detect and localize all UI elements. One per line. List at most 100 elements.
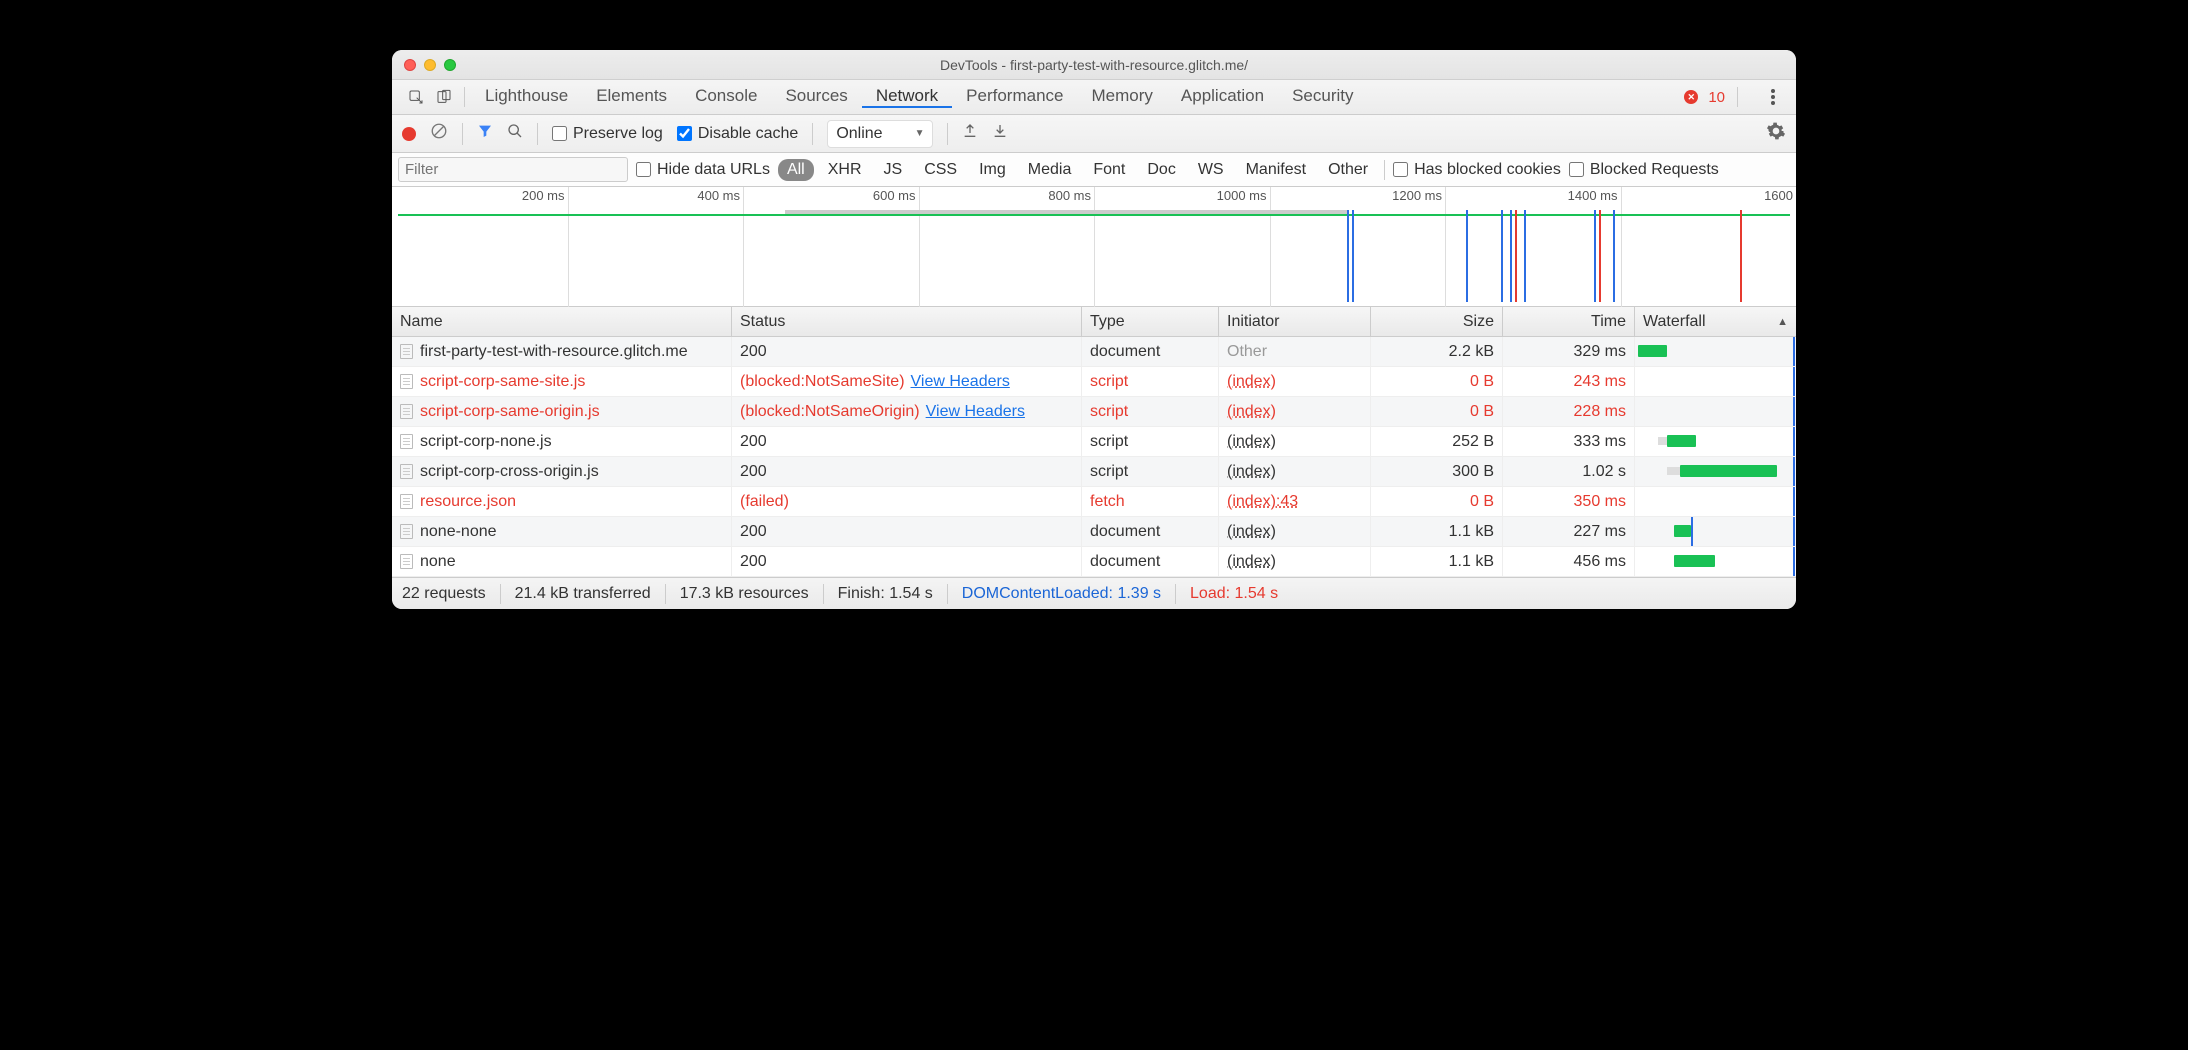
device-toggle-icon[interactable] <box>430 89 458 105</box>
filter-type-font[interactable]: Font <box>1085 159 1133 181</box>
tab-memory[interactable]: Memory <box>1078 86 1167 106</box>
timeline-tick: 200 ms <box>568 187 569 307</box>
cell-size: 0 B <box>1371 397 1503 426</box>
filter-input[interactable] <box>398 157 628 182</box>
cell-waterfall <box>1635 487 1796 516</box>
column-name[interactable]: Name <box>392 307 732 336</box>
cell-type: document <box>1082 517 1219 546</box>
main-tabs: LighthouseElementsConsoleSourcesNetworkP… <box>392 80 1796 115</box>
tab-application[interactable]: Application <box>1167 86 1278 106</box>
initiator-link[interactable]: (index) <box>1227 463 1276 481</box>
cell-time: 227 ms <box>1503 517 1635 546</box>
disable-cache-checkbox[interactable]: Disable cache <box>677 125 799 143</box>
tab-performance[interactable]: Performance <box>952 86 1077 106</box>
file-icon <box>400 554 413 569</box>
request-row[interactable]: first-party-test-with-resource.glitch.me… <box>392 337 1796 367</box>
upload-har-icon[interactable] <box>962 123 978 144</box>
cell-initiator: (index) <box>1219 457 1371 486</box>
cell-initiator: (index) <box>1219 517 1371 546</box>
tab-sources[interactable]: Sources <box>771 86 861 106</box>
search-icon[interactable] <box>507 123 523 144</box>
tab-elements[interactable]: Elements <box>582 86 681 106</box>
request-row[interactable]: resource.json(failed)fetch(index):430 B3… <box>392 487 1796 517</box>
settings-icon[interactable] <box>1766 121 1786 146</box>
clear-button[interactable] <box>430 122 448 145</box>
column-waterfall[interactable]: Waterfall▲ <box>1635 307 1796 336</box>
cell-name: script-corp-cross-origin.js <box>392 457 732 486</box>
initiator-link[interactable]: (index):43 <box>1227 493 1298 511</box>
filter-type-img[interactable]: Img <box>971 159 1014 181</box>
tab-security[interactable]: Security <box>1278 86 1367 106</box>
cell-status: 200 <box>732 547 1082 576</box>
column-initiator[interactable]: Initiator <box>1219 307 1371 336</box>
throttling-select[interactable]: Online ▼ <box>827 120 933 148</box>
column-status[interactable]: Status <box>732 307 1082 336</box>
cell-waterfall <box>1635 547 1796 576</box>
cell-type: script <box>1082 367 1219 396</box>
initiator-link[interactable]: (index) <box>1227 373 1276 391</box>
cell-status: 200 <box>732 457 1082 486</box>
request-row[interactable]: script-corp-same-site.js(blocked:NotSame… <box>392 367 1796 397</box>
cell-time: 456 ms <box>1503 547 1635 576</box>
status-load: Load: 1.54 s <box>1190 585 1278 603</box>
timeline-overview[interactable]: 200 ms400 ms600 ms800 ms1000 ms1200 ms14… <box>392 187 1796 307</box>
filter-type-css[interactable]: CSS <box>916 159 965 181</box>
filter-type-js[interactable]: JS <box>876 159 911 181</box>
view-headers-link[interactable]: View Headers <box>926 403 1025 421</box>
column-time[interactable]: Time <box>1503 307 1635 336</box>
cell-size: 0 B <box>1371 367 1503 396</box>
column-type[interactable]: Type <box>1082 307 1219 336</box>
file-icon <box>400 524 413 539</box>
cell-initiator: (index) <box>1219 397 1371 426</box>
preserve-log-checkbox[interactable]: Preserve log <box>552 125 663 143</box>
file-icon <box>400 374 413 389</box>
hide-data-urls-checkbox[interactable]: Hide data URLs <box>636 161 770 179</box>
more-menu-icon[interactable] <box>1764 89 1782 105</box>
request-row[interactable]: script-corp-cross-origin.js200script(ind… <box>392 457 1796 487</box>
initiator-link[interactable]: (index) <box>1227 403 1276 421</box>
status-domcontentloaded: DOMContentLoaded: 1.39 s <box>962 585 1161 603</box>
cell-time: 228 ms <box>1503 397 1635 426</box>
view-headers-link[interactable]: View Headers <box>911 373 1010 391</box>
request-row[interactable]: none200document(index)1.1 kB456 ms <box>392 547 1796 577</box>
cell-waterfall <box>1635 457 1796 486</box>
filter-type-xhr[interactable]: XHR <box>820 159 870 181</box>
initiator-link[interactable]: (index) <box>1227 553 1276 571</box>
filter-type-ws[interactable]: WS <box>1190 159 1232 181</box>
has-blocked-cookies-checkbox[interactable]: Has blocked cookies <box>1393 161 1561 179</box>
sort-indicator-icon: ▲ <box>1777 316 1788 328</box>
tab-lighthouse[interactable]: Lighthouse <box>471 86 582 106</box>
cell-name: script-corp-same-origin.js <box>392 397 732 426</box>
cell-name: resource.json <box>392 487 732 516</box>
tab-console[interactable]: Console <box>681 86 771 106</box>
error-badge-icon[interactable] <box>1684 90 1698 104</box>
filter-type-manifest[interactable]: Manifest <box>1238 159 1314 181</box>
titlebar: DevTools - first-party-test-with-resourc… <box>392 50 1796 80</box>
error-count[interactable]: 10 <box>1708 89 1725 106</box>
request-row[interactable]: script-corp-none.js200script(index)252 B… <box>392 427 1796 457</box>
filter-toggle-icon[interactable] <box>477 123 493 144</box>
request-row[interactable]: none-none200document(index)1.1 kB227 ms <box>392 517 1796 547</box>
cell-status: 200 <box>732 517 1082 546</box>
cell-initiator: (index):43 <box>1219 487 1371 516</box>
initiator-link[interactable]: (index) <box>1227 523 1276 541</box>
inspect-icon[interactable] <box>402 89 430 105</box>
filter-type-media[interactable]: Media <box>1020 159 1080 181</box>
blocked-requests-checkbox[interactable]: Blocked Requests <box>1569 161 1719 179</box>
record-button[interactable] <box>402 127 416 141</box>
initiator-link[interactable]: (index) <box>1227 433 1276 451</box>
tab-network[interactable]: Network <box>862 86 952 108</box>
column-size[interactable]: Size <box>1371 307 1503 336</box>
table-header: Name Status Type Initiator Size Time Wat… <box>392 307 1796 337</box>
hide-data-urls-label: Hide data URLs <box>657 161 770 179</box>
cell-waterfall <box>1635 367 1796 396</box>
cell-type: script <box>1082 427 1219 456</box>
request-row[interactable]: script-corp-same-origin.js(blocked:NotSa… <box>392 397 1796 427</box>
cell-initiator: Other <box>1219 337 1371 366</box>
filter-type-other[interactable]: Other <box>1320 159 1376 181</box>
cell-size: 1.1 kB <box>1371 547 1503 576</box>
cell-initiator: (index) <box>1219 547 1371 576</box>
download-har-icon[interactable] <box>992 123 1008 144</box>
filter-type-doc[interactable]: Doc <box>1139 159 1183 181</box>
filter-type-all[interactable]: All <box>778 159 814 181</box>
